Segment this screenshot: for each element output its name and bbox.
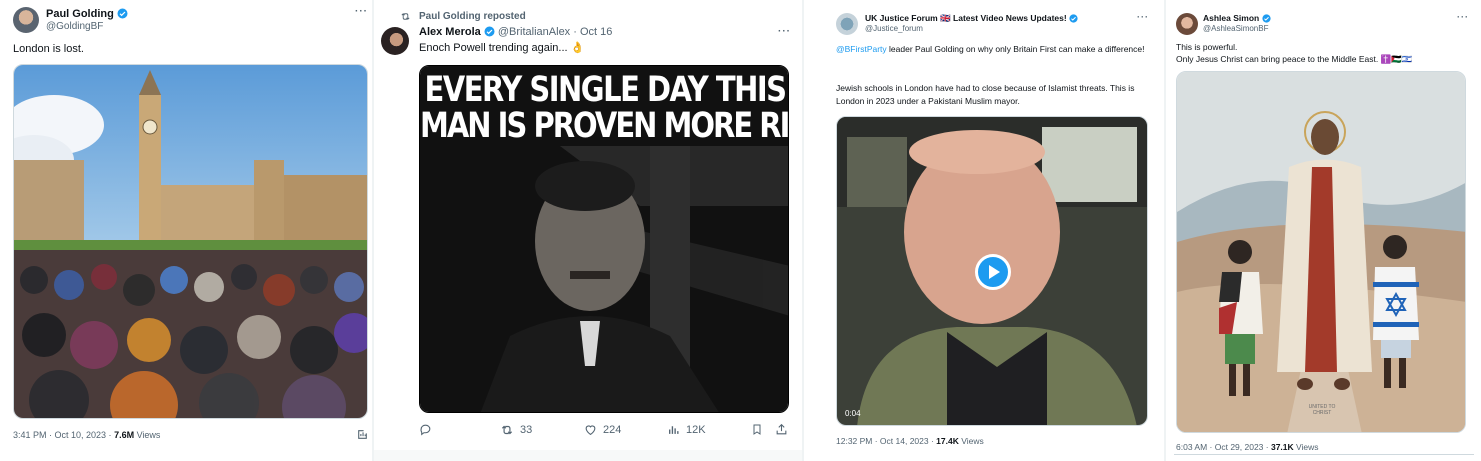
avatar[interactable] [13,7,39,33]
verified-badge-icon [117,8,128,19]
tweet-text-line-1: This is powerful. [1176,42,1238,52]
author-name[interactable]: UK Justice Forum 🇬🇧 Latest Video News Up… [865,13,1078,24]
timestamp[interactable]: 12:32 PM · Oct 14, 2023 · [836,436,936,446]
tweet-meta: 12:32 PM · Oct 14, 2023 · 17.4K Views [836,436,984,446]
reply-icon[interactable] [419,423,432,436]
author-name[interactable]: Paul Golding [46,8,128,20]
video-duration: 0:04 [845,409,861,418]
tweet-text-line-1: leader Paul Golding on why only Britain … [886,44,1145,54]
more-options-button[interactable]: ··· [1137,12,1149,22]
views-label: Views [1293,442,1319,452]
like-count: 224 [603,424,622,436]
like-icon[interactable] [584,423,597,436]
views-count: 12K [686,424,706,436]
westminster-crowd-photo [14,65,367,418]
more-options-button[interactable]: ··· [355,6,368,17]
verified-badge-icon [1069,14,1078,23]
tweet-meta: 6:03 AM · Oct 29, 2023 · 37.1K Views [1176,442,1319,452]
author-name-text: Ashlea Simon [1203,13,1260,23]
tweet-paul-golding[interactable]: Paul Golding @GoldingBF ··· London is lo… [0,0,372,461]
image-watermark: UNITED TO CHRIST [1308,404,1336,416]
view-count: 7.6M [114,430,135,440]
tweet-uk-justice-forum[interactable]: UK Justice Forum 🇬🇧 Latest Video News Up… [804,0,1164,461]
more-options-button[interactable]: ··· [778,26,791,37]
avatar[interactable] [836,13,858,35]
repost-icon[interactable] [500,423,514,437]
tweet-meta: 3:41 PM · Oct 10, 2023 · 7.6M Views [13,430,160,440]
more-options-button[interactable]: ··· [1457,12,1469,22]
author-name-text: Paul Golding [46,8,114,20]
author-name-text: Alex Merola [419,26,481,38]
repost-icon [401,13,410,20]
share-icon[interactable] [775,423,788,436]
verified-badge-icon [1262,14,1271,23]
author-handle[interactable]: @GoldingBF [46,21,103,32]
author-handle[interactable]: @Justice_forum [865,24,923,33]
author-name-text: UK Justice Forum 🇬🇧 Latest Video News Up… [865,13,1067,23]
tweet-text-line-2: Only Jesus Christ can bring peace to the… [1176,54,1413,64]
tweet-text: London is lost. [13,43,84,55]
illustration-image [1177,72,1465,432]
play-button[interactable] [975,254,1011,290]
view-count: 17.4K [936,436,959,446]
author-name[interactable]: Alex Merola @BritalianAlex · Oct 16 [419,26,612,38]
tweet-image[interactable]: UNITED TO CHRIST [1176,71,1466,433]
views-icon[interactable] [667,423,680,436]
author-handle[interactable]: @AshleaSimonBF [1203,24,1268,33]
analytics-icon[interactable] [356,428,369,441]
repost-label[interactable]: Paul Golding reposted [419,11,526,22]
author-name[interactable]: Ashlea Simon [1203,13,1271,23]
tweet-image[interactable] [13,64,368,419]
meme-caption-line-1: EVERY SINGLE DAY THIS [424,68,787,110]
tweet-image[interactable]: EVERY SINGLE DAY THIS MAN IS PROVEN MORE… [419,65,789,413]
author-handle[interactable]: @BritalianAlex · Oct 16 [498,26,613,38]
timestamp[interactable]: 3:41 PM · Oct 10, 2023 · [13,430,114,440]
divider [1174,454,1474,455]
views-label: Views [134,430,161,440]
timestamp[interactable]: 6:03 AM · Oct 29, 2023 · [1176,442,1271,452]
views-label: Views [958,436,984,446]
tweet-text: @BFirstParty leader Paul Golding on why … [836,43,1146,56]
view-count: 37.1K [1270,442,1294,452]
meme-caption-line-2: MAN IS PROVEN MORE RIGHT [420,104,789,146]
repost-count: 33 [520,424,533,436]
tweet-text: Enoch Powell trending again... 👌 [419,42,585,54]
verified-badge-icon [484,26,495,37]
tweet-ashlea-simon[interactable]: Ashlea Simon @AshleaSimonBF ··· This is … [1166,0,1481,461]
tweet-video[interactable]: 0:04 [836,116,1148,426]
avatar[interactable] [381,27,409,55]
mention-link[interactable]: @BFirstParty [836,44,887,54]
play-icon [989,265,1000,279]
bookmark-icon[interactable] [751,423,763,436]
avatar[interactable] [1176,13,1198,35]
tweet-text-line-2: Jewish schools in London have had to clo… [836,83,1135,107]
tweet-alex-merola[interactable]: Paul Golding reposted Alex Merola @Brita… [374,0,802,461]
